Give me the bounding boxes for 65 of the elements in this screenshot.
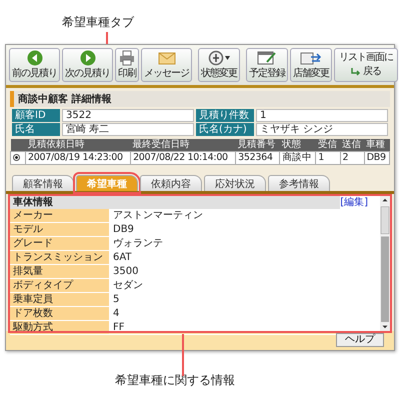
table-cell: 1 xyxy=(316,152,340,164)
return-to-list-button[interactable]: リスト画面に 戻る xyxy=(334,48,398,82)
spec-value: ヴォランテ xyxy=(112,237,163,250)
field-label: 見積り件数 xyxy=(196,109,254,122)
printer-icon xyxy=(119,50,135,66)
column-header: 最終受信日時 xyxy=(130,139,236,152)
tab[interactable]: 顧客情報 xyxy=(12,175,74,191)
section-title: 車体情報 xyxy=(12,196,53,209)
field-label: 氏名 xyxy=(12,123,60,136)
table-cell: DB9 xyxy=(364,152,390,164)
spec-value: アストンマーティン xyxy=(112,209,203,222)
leader-line xyxy=(182,334,184,376)
callout-label: 希望車種に関する情報 xyxy=(115,372,235,389)
help-button[interactable]: ヘルプ xyxy=(336,333,384,347)
toolbar-button[interactable]: 印刷 xyxy=(115,48,139,82)
toolbar-button[interactable]: 予定登録 xyxy=(246,48,288,82)
calendar-pencil-icon xyxy=(257,50,277,66)
spec-value: 5 xyxy=(112,293,120,306)
tab[interactable]: 依頼内容 xyxy=(140,175,202,191)
field-label: 氏名(カナ) xyxy=(196,123,254,136)
table-cell: 352364 xyxy=(236,152,280,164)
tab[interactable]: 参考情報 xyxy=(268,175,330,191)
table-cell: 商談中 xyxy=(280,152,316,164)
table-cell: 2007/08/22 10:14:00 xyxy=(130,152,236,164)
column-header: 車種 xyxy=(364,139,390,152)
spec-label: 乗車定員 xyxy=(10,293,109,306)
table-cell: 2007/08/19 14:23:00 xyxy=(26,152,131,164)
spec-label: ボディタイプ xyxy=(10,279,109,292)
toolbar-button[interactable]: 店舗変更 xyxy=(290,48,332,82)
spec-label: グレード xyxy=(10,237,109,250)
tab[interactable]: 応対状況 xyxy=(204,175,266,191)
leader-line xyxy=(106,32,108,44)
column-header: 送信 xyxy=(340,139,364,152)
toolbar-button[interactable]: 状態変更 xyxy=(198,48,240,82)
column-header: 見積依頼日時 xyxy=(26,139,131,152)
field-value: 1 xyxy=(256,109,388,122)
table-cell: 2 xyxy=(340,152,364,164)
spec-label: 駆動方式 xyxy=(10,321,109,334)
callout-label: 希望車種タブ xyxy=(62,14,134,30)
field-label: 顧客ID xyxy=(12,109,60,122)
toolbar-button[interactable]: メッセージ xyxy=(141,48,192,82)
toolbar-button[interactable]: 前の見積り xyxy=(9,48,60,82)
panel-title: 商談中顧客 詳細情報 xyxy=(10,91,390,107)
spec-value: 3500 xyxy=(112,265,138,278)
spec-value: セダン xyxy=(112,279,143,292)
radio-button[interactable] xyxy=(13,154,20,161)
field-value: ミヤザキ シンジ xyxy=(256,123,388,136)
spec-value: FF xyxy=(112,321,125,334)
column-header: 見積番号 xyxy=(236,139,280,152)
envelope-icon xyxy=(158,50,176,66)
return-arrow-icon xyxy=(351,68,361,76)
spec-label: ドア枚数 xyxy=(10,307,109,320)
spec-value: 4 xyxy=(112,307,120,320)
spec-label: トランスミッション xyxy=(10,251,109,264)
toolbar-button[interactable]: 次の見積り xyxy=(62,48,113,82)
field-value: 3522 xyxy=(62,109,194,122)
edit-link[interactable]: [編集] xyxy=(340,196,380,209)
spec-value: 6AT xyxy=(112,251,132,264)
spec-label: 排気量 xyxy=(10,265,109,278)
scrollbar[interactable] xyxy=(380,196,390,331)
store-arrows-icon xyxy=(300,50,322,66)
field-value: 宮崎 寿二 xyxy=(62,123,194,136)
spec-label: モデル xyxy=(10,223,109,236)
spec-label: メーカー xyxy=(10,209,109,222)
spec-value: DB9 xyxy=(112,223,134,236)
